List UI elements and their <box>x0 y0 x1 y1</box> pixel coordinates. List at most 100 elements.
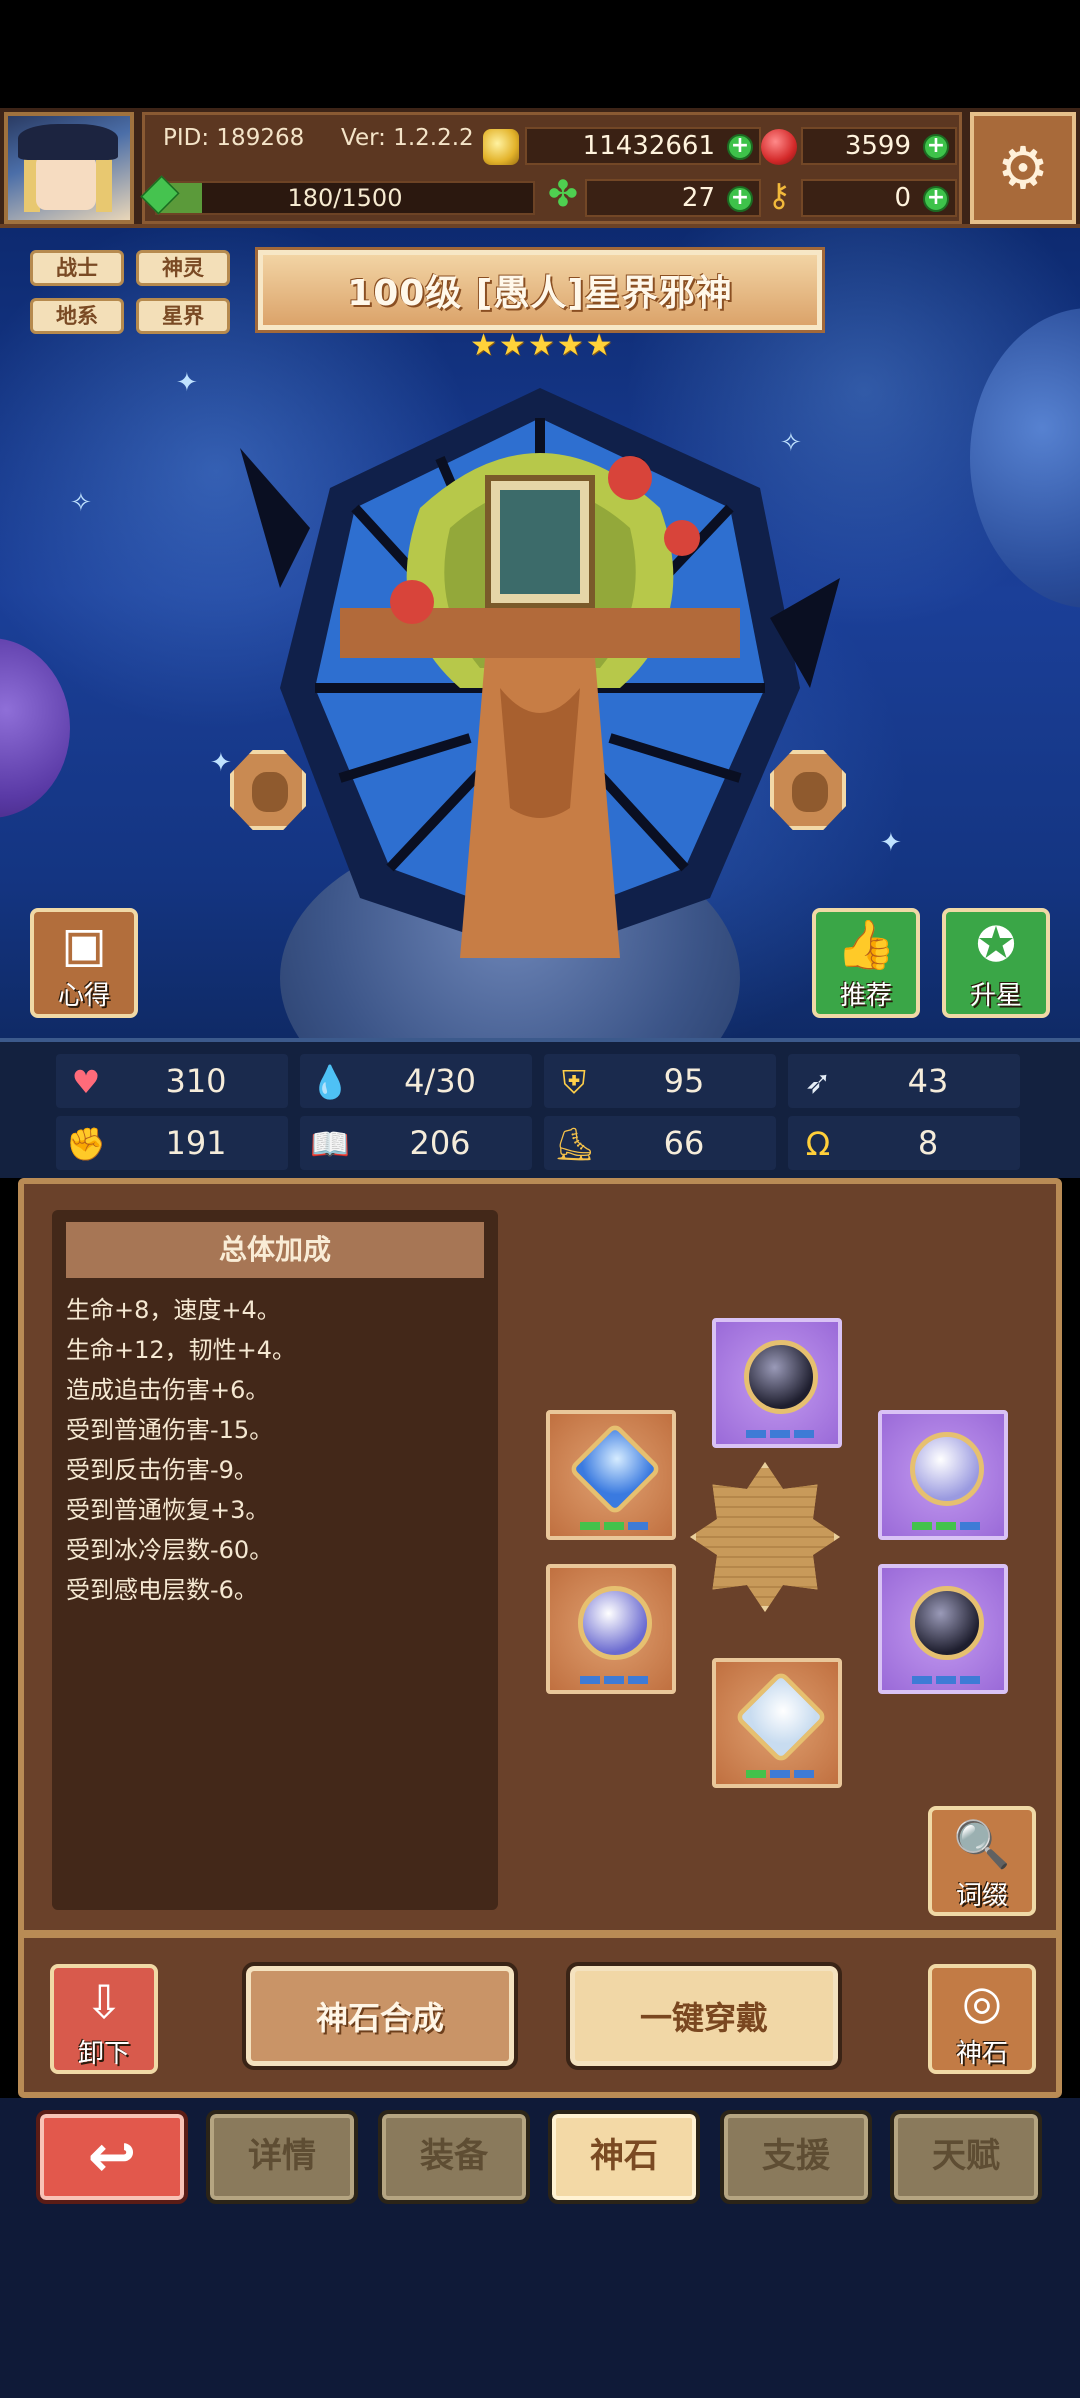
gold-coin-icon <box>483 129 519 165</box>
boot-icon: ⛸ <box>554 1125 595 1163</box>
star-badge-icon: ✪ <box>975 917 1017 973</box>
ruby-amount: 3599 <box>844 131 911 161</box>
fist-icon: ✊ <box>66 1125 106 1163</box>
hero-stage: ✦ ✦ ✦ ✦ ✧ ✧ ✧ 战士 神灵 地系 星界 100级 [愚人]星界邪神 … <box>0 228 1080 1038</box>
bonus-line: 受到冰冷层数-60。 <box>66 1536 274 1564</box>
heart-icon: ♥ <box>71 1063 101 1101</box>
stamina-bar: 180/1500 <box>155 181 535 215</box>
avatar-hat <box>18 124 118 160</box>
insight-label: 心得 <box>57 981 110 1011</box>
gold-amount: 11432661 <box>582 131 715 161</box>
add-key-button[interactable]: + <box>923 186 949 212</box>
stat-luck-value: 8 <box>917 1124 939 1162</box>
player-header: PID: 189268 Ver: 1.2.2.2 11432661 + 3599… <box>0 108 1080 228</box>
tab-support[interactable]: 支援 <box>720 2110 872 2204</box>
panel-divider <box>18 1930 1062 1938</box>
stat-attack: ✊ 191 <box>56 1116 288 1170</box>
slot-level-dots <box>912 1676 980 1684</box>
status-bar-area <box>0 0 1080 108</box>
hero-portrait-art <box>240 388 840 958</box>
unequip-button[interactable]: ⇩ 卸下 <box>50 1964 158 2074</box>
key-counter: 0 + <box>801 179 957 217</box>
total-bonus-list: 生命+8，速度+4。 生命+12，韧性+4。 造成追击伤害+6。 受到普通伤害-… <box>66 1290 296 1610</box>
tag-race: 神灵 <box>136 250 230 286</box>
godstone-slot-bottom[interactable] <box>712 1658 842 1788</box>
sparkle-icon: ✦ <box>210 748 232 778</box>
clover-amount: 27 <box>681 183 715 213</box>
sparkle-icon: ✧ <box>70 488 92 518</box>
godstone-slot-upper-right[interactable] <box>878 1410 1008 1540</box>
add-gold-button[interactable]: + <box>727 134 753 160</box>
tab-godstone[interactable]: 神石 <box>548 2110 700 2204</box>
stat-toughness: ⛸ 66 <box>544 1116 776 1170</box>
shield-icon: ⛨ <box>561 1063 586 1101</box>
tab-equipment[interactable]: 装备 <box>378 2110 530 2204</box>
sparkle-icon: ✦ <box>176 368 198 398</box>
gold-counter: 11432661 + <box>525 127 761 165</box>
recommend-label: 推荐 <box>839 981 892 1011</box>
godstone-slot-upper-left[interactable] <box>546 1410 676 1540</box>
key-amount: 0 <box>894 183 911 213</box>
player-avatar[interactable] <box>4 112 134 224</box>
godstone-inventory-button[interactable]: ◎ 神石 <box>928 1964 1036 2074</box>
down-arrow-icon: ⇩ <box>84 1975 124 2029</box>
thumbs-up-icon: 👍 <box>836 917 896 973</box>
add-clover-button[interactable]: + <box>727 186 753 212</box>
clover-counter: 27 + <box>585 179 761 217</box>
bonus-line: 造成追击伤害+6。 <box>66 1376 270 1404</box>
godstone-slot-lower-right[interactable] <box>878 1564 1008 1694</box>
insight-button[interactable]: ▣ 心得 <box>30 908 138 1018</box>
stat-defense: ⛨ 95 <box>544 1054 776 1108</box>
scroll-icon: ▣ <box>61 917 107 973</box>
tag-class: 战士 <box>30 250 124 286</box>
godstone-label: 神石 <box>955 2039 1008 2069</box>
stat-speed-value: 43 <box>907 1062 949 1100</box>
settings-button[interactable]: ⚙ <box>970 112 1076 224</box>
water-drop-icon: 💧 <box>310 1063 350 1101</box>
bonus-line: 受到普通恢复+3。 <box>66 1496 270 1524</box>
hero-title-banner: 100级 [愚人]星界邪神 <box>255 247 825 333</box>
stat-mana: 💧 4/30 <box>300 1054 532 1108</box>
wing-icon: ➶ <box>804 1063 832 1101</box>
key-icon: ⚷ <box>767 176 791 214</box>
stat-intellect: 📖 206 <box>300 1116 532 1170</box>
unequip-label: 卸下 <box>77 2039 130 2069</box>
synthesize-godstone-button[interactable]: 神石合成 <box>242 1962 518 2070</box>
back-button[interactable]: ↩ <box>36 2110 188 2204</box>
slot-level-dots <box>912 1522 980 1530</box>
rune-right-icon <box>770 750 846 830</box>
upgrade-star-button[interactable]: ✪ 升星 <box>942 908 1050 1018</box>
godstone-center-tile <box>690 1462 840 1612</box>
godstone-slot-lower-left[interactable] <box>546 1564 676 1694</box>
slot-level-dots <box>746 1430 814 1438</box>
slot-level-dots <box>580 1676 648 1684</box>
game-version: Ver: 1.2.2.2 <box>341 125 474 151</box>
stat-speed: ➶ 43 <box>788 1054 1020 1108</box>
bottom-tab-bar: ↩ 详情 装备 神石 支援 天赋 <box>0 2098 1080 2398</box>
godstone-slot-top[interactable] <box>712 1318 842 1448</box>
tab-details[interactable]: 详情 <box>206 2110 358 2204</box>
planet-right-decor <box>970 308 1080 608</box>
bonus-line: 生命+8，速度+4。 <box>66 1296 281 1324</box>
planet-left-decor <box>0 638 70 818</box>
tab-talent[interactable]: 天赋 <box>890 2110 1042 2204</box>
player-id: PID: 189268 <box>163 125 305 151</box>
tag-element: 地系 <box>30 298 124 334</box>
affix-label: 词缀 <box>955 1881 1008 1911</box>
equip-all-button[interactable]: 一键穿戴 <box>566 1962 842 2070</box>
bonus-line: 受到感电层数-6。 <box>66 1576 258 1604</box>
affix-button[interactable]: 🔍 词缀 <box>928 1806 1036 1916</box>
moonstone-gem-icon <box>578 1586 652 1660</box>
stat-attack-value: 191 <box>165 1124 227 1162</box>
stat-toughness-value: 66 <box>663 1124 705 1162</box>
magnifier-icon: 🔍 <box>953 1817 1011 1871</box>
horseshoe-icon: Ω <box>805 1125 831 1163</box>
add-ruby-button[interactable]: + <box>923 134 949 160</box>
stamina-text: 180/1500 <box>287 184 403 212</box>
slot-level-dots <box>580 1522 648 1530</box>
bonus-line: 生命+12，韧性+4。 <box>66 1336 297 1364</box>
recommend-button[interactable]: 👍 推荐 <box>812 908 920 1018</box>
dark-orb-gem-icon <box>910 1586 984 1660</box>
bonus-line: 受到普通伤害-15。 <box>66 1416 274 1444</box>
godstone-panel: 总体加成 生命+8，速度+4。 生命+12，韧性+4。 造成追击伤害+6。 受到… <box>18 1178 1062 2098</box>
